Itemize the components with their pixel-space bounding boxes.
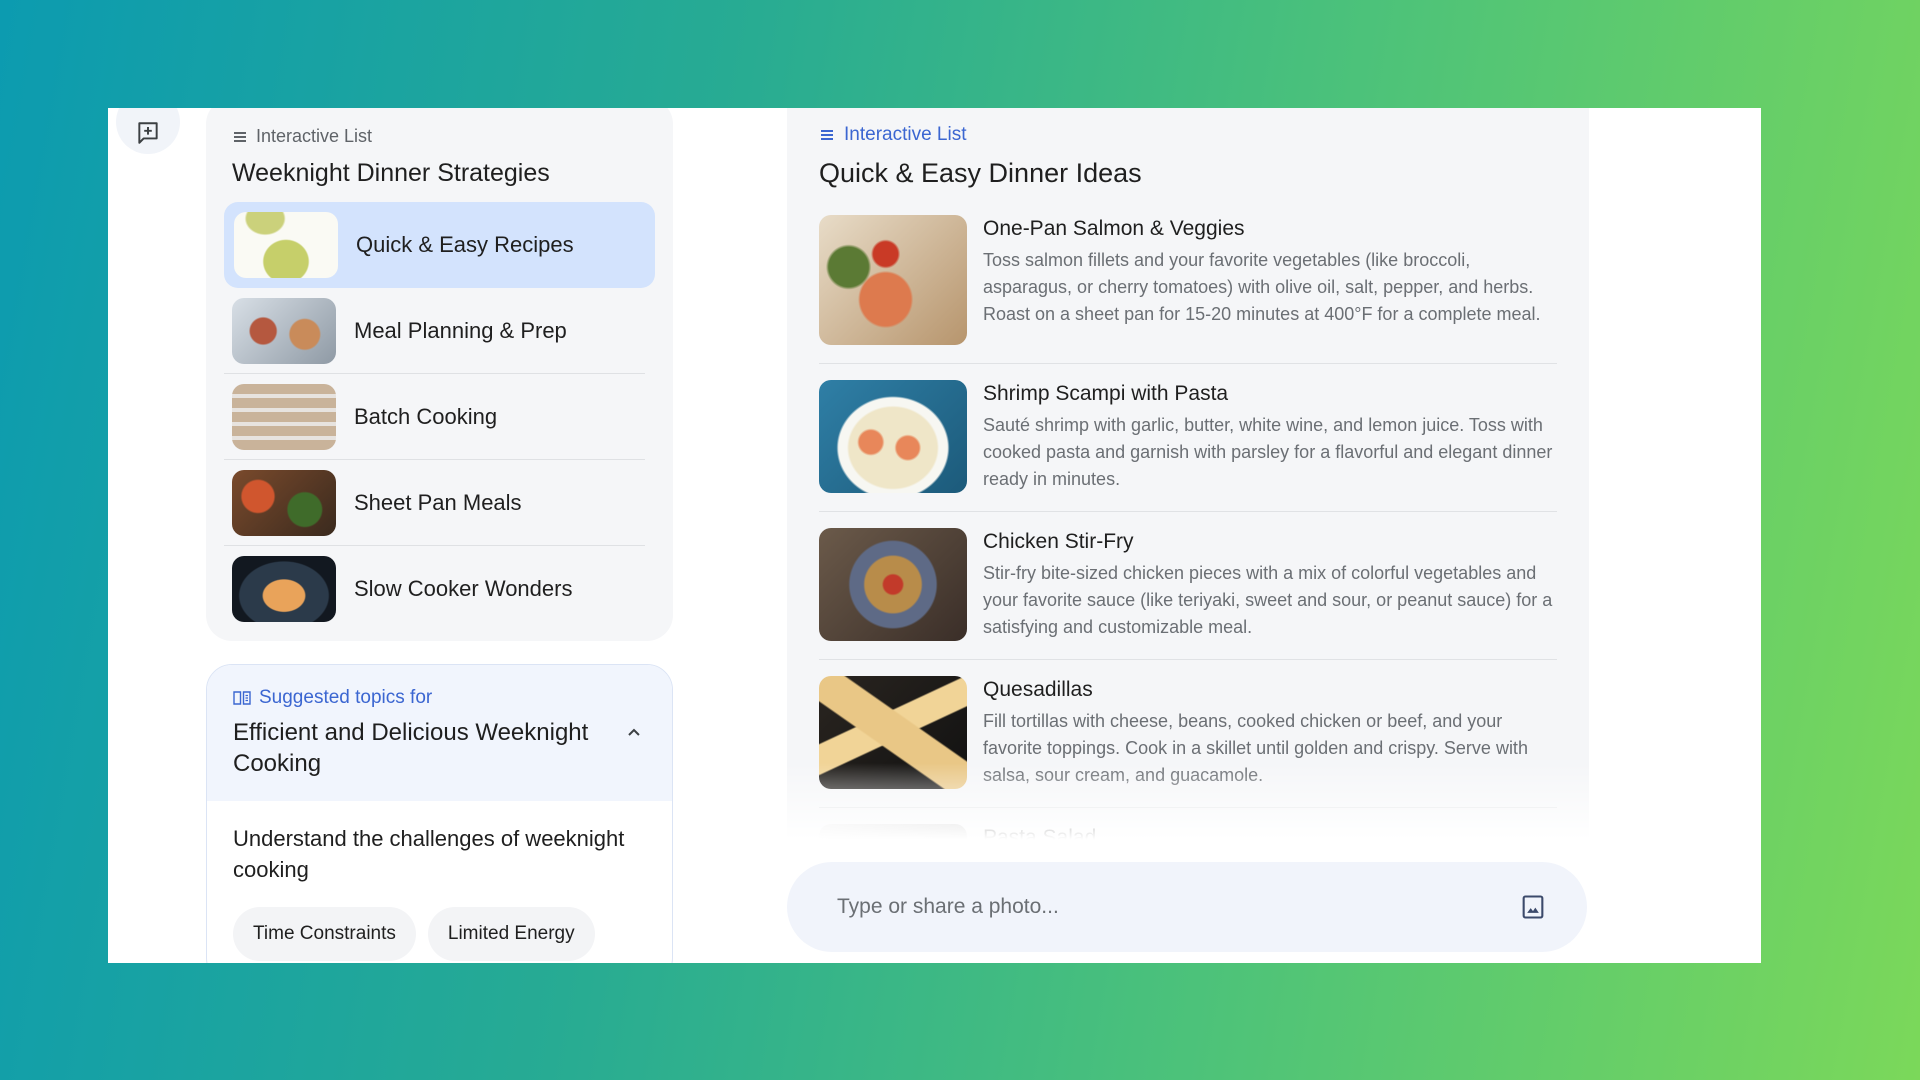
strategy-label: Sheet Pan Meals xyxy=(354,489,522,515)
strategy-item-meal-planning[interactable]: Meal Planning & Prep xyxy=(224,288,645,374)
suggested-topics-card: Suggested topics for Efficient and Delic… xyxy=(206,664,673,963)
suggested-eyebrow-label: Suggested topics for xyxy=(259,687,433,708)
composer xyxy=(787,862,1587,952)
list-eyebrow: Interactive List xyxy=(819,124,1557,146)
idea-thumbnail xyxy=(819,528,967,641)
new-chat-button[interactable] xyxy=(116,108,180,154)
strategy-thumbnail xyxy=(232,469,336,536)
strategy-label: Quick & Easy Recipes xyxy=(356,232,574,257)
idea-description: Toss salmon fillets and your favorite ve… xyxy=(983,250,1541,324)
strategy-label: Batch Cooking xyxy=(354,403,498,429)
dinner-ideas-panel: Interactive List Quick & Easy Dinner Ide… xyxy=(787,108,1589,853)
message-input[interactable] xyxy=(837,895,1477,919)
chevron-up-icon[interactable] xyxy=(622,721,646,745)
eyebrow-label: Interactive List xyxy=(844,124,967,145)
strategy-item-sheet-pan[interactable]: Sheet Pan Meals xyxy=(224,460,645,546)
list-eyebrow: Interactive List xyxy=(232,126,655,147)
strategy-item-slow-cooker[interactable]: Slow Cooker Wonders xyxy=(224,546,645,632)
idea-name: One-Pan Salmon & Veggies xyxy=(983,217,1245,240)
new-chat-icon xyxy=(138,122,158,144)
idea-name: Shrimp Scampi with Pasta xyxy=(983,382,1229,405)
strategy-thumbnail xyxy=(234,212,338,278)
book-icon xyxy=(233,691,251,705)
strategy-thumbnail xyxy=(232,383,336,450)
dinner-ideas-title: Quick & Easy Dinner Ideas xyxy=(819,158,1142,188)
idea-item-salmon[interactable]: One-Pan Salmon & Veggies Toss salmon fil… xyxy=(819,215,1557,364)
app-window: Interactive List Weeknight Dinner Strate… xyxy=(108,108,1761,963)
idea-thumbnail xyxy=(819,380,967,493)
strategy-item-quick-easy[interactable]: Quick & Easy Recipes xyxy=(224,202,655,288)
list-icon xyxy=(821,130,833,140)
strategy-thumbnail xyxy=(232,556,336,622)
chip-limited-energy[interactable]: Limited Energy xyxy=(427,907,595,961)
strategies-list: Quick & Easy Recipes Meal Planning & Pre… xyxy=(224,202,655,632)
suggested-eyebrow: Suggested topics for xyxy=(233,687,646,709)
strategy-label: Meal Planning & Prep xyxy=(354,317,567,343)
suggested-question: Understand the challenges of weeknight c… xyxy=(233,826,625,882)
suggested-title: Efficient and Delicious Weeknight Cookin… xyxy=(233,719,589,777)
strategy-item-batch-cooking[interactable]: Batch Cooking xyxy=(224,374,645,460)
topic-chips: Time Constraints Limited Energy xyxy=(233,907,646,961)
idea-description: Stir-fry bite-sized chicken pieces with … xyxy=(983,563,1553,637)
scroll-fade xyxy=(787,763,1589,853)
chip-time-constraints[interactable]: Time Constraints xyxy=(233,907,416,961)
strategies-card: Interactive List Weeknight Dinner Strate… xyxy=(206,108,673,641)
idea-item-shrimp-scampi[interactable]: Shrimp Scampi with Pasta Sauté shrimp wi… xyxy=(819,380,1557,512)
idea-description: Sauté shrimp with garlic, butter, white … xyxy=(983,415,1553,489)
image-upload-icon[interactable] xyxy=(1519,893,1547,921)
idea-name: Quesadillas xyxy=(983,678,1093,701)
suggested-topics-header[interactable]: Suggested topics for Efficient and Delic… xyxy=(207,665,672,801)
eyebrow-label: Interactive List xyxy=(256,126,373,146)
strategy-label: Slow Cooker Wonders xyxy=(354,576,573,601)
strategies-title: Weeknight Dinner Strategies xyxy=(232,159,550,187)
idea-name: Chicken Stir-Fry xyxy=(983,530,1134,553)
idea-item-chicken-stir-fry[interactable]: Chicken Stir-Fry Stir-fry bite-sized chi… xyxy=(819,528,1557,660)
idea-thumbnail xyxy=(819,215,967,345)
list-icon xyxy=(234,131,246,142)
strategy-thumbnail xyxy=(232,297,336,364)
